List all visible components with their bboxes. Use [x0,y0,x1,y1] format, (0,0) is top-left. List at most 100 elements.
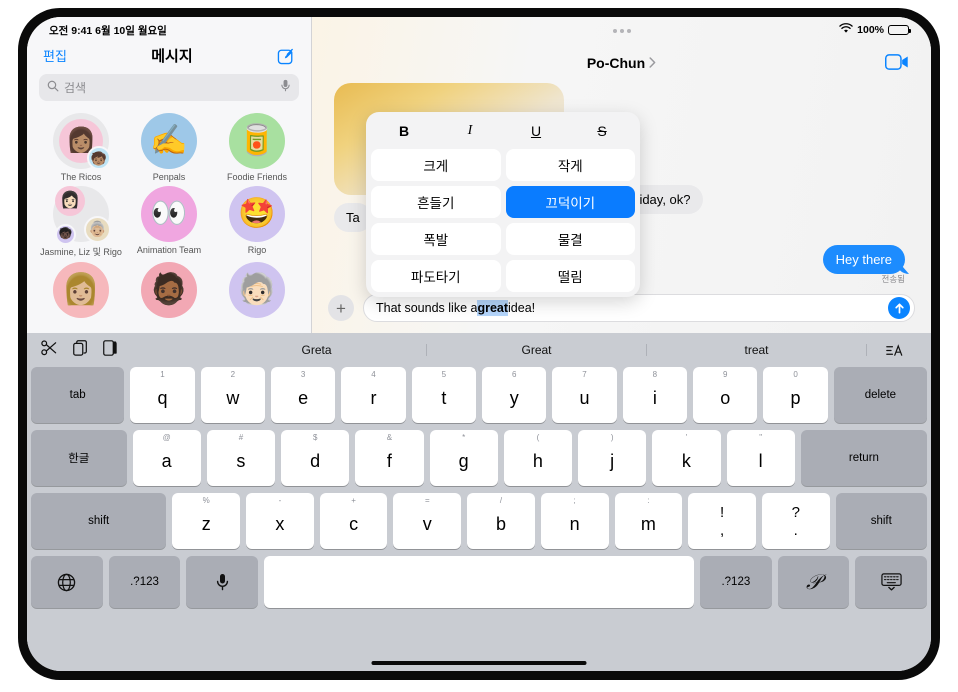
key-n[interactable]: ; n [540,493,609,549]
ipad-device-frame: 오전 9:41 6월 10일 월요일 100% 편집 메시지 검색 👩🏽 🧒🏽 … [18,8,940,680]
key-w[interactable]: 2w [200,367,265,423]
suggestion-item[interactable]: Great [427,344,647,356]
search-input[interactable]: 검색 [39,74,299,101]
key-s[interactable]: # s [206,430,276,486]
globe-icon[interactable] [31,556,103,608]
effect-button-nod[interactable]: 끄덕이기 [505,186,635,218]
effect-button-explode[interactable]: 폭발 [371,223,501,255]
key-shift-right[interactable]: shift [835,493,927,549]
avatar: 👩🏽 🧒🏽 [53,113,111,170]
effect-button-ripple[interactable]: 물결 [505,223,635,255]
message-text-input[interactable]: That sounds like a great idea! [363,294,915,322]
multitasking-controls[interactable] [612,29,631,33]
key-space[interactable] [264,556,695,608]
pinned-label: Rigo [247,245,267,255]
avatar: 🤩 [229,186,285,242]
pinned-conversation[interactable]: 🧔🏾 [125,262,213,318]
send-arrow-up-icon[interactable] [888,297,910,319]
effect-button-small[interactable]: 작게 [505,149,635,181]
compose-icon[interactable] [277,47,295,65]
key-numbers-right[interactable]: .?123 [700,556,772,608]
key-i[interactable]: 8i [622,367,688,423]
key-y[interactable]: 6y [482,367,547,423]
pinned-conversation[interactable]: 🤩 Rigo [213,186,301,258]
pinned-conversation[interactable]: 👀 Animation Team [125,186,213,258]
edit-button[interactable]: 편집 [43,46,67,65]
effect-button-jitter[interactable]: 파도타기 [371,260,501,292]
key-j[interactable]: ) j [578,430,647,486]
key-tab[interactable]: tab [31,367,125,423]
key-f[interactable]: & f [355,430,424,486]
key-delete[interactable]: delete [833,367,928,423]
key-t[interactable]: 5t [411,367,477,423]
conversation-title[interactable]: Po-Chun [587,55,656,71]
key-k[interactable]: ' k [652,430,721,486]
key-r[interactable]: 4r [341,367,406,423]
input-text-before: That sounds like a [376,301,478,315]
chevron-right-icon [649,55,656,71]
italic-button[interactable]: I [437,117,503,145]
pinned-conversation[interactable]: 🧓🏻 [213,262,301,318]
pinned-conversation[interactable]: 👩🏻 👵🏼 🧒🏿 Jasmine, Liz 및 Rigo [37,186,125,258]
home-indicator[interactable] [371,661,587,665]
contact-name: Po-Chun [586,55,646,71]
key-q[interactable]: 1q [130,367,195,423]
plus-icon[interactable]: + [328,295,354,321]
suggestion-item[interactable]: treat [647,344,867,356]
key-g[interactable]: * g [429,430,498,486]
pinned-conversation[interactable]: 👩🏽 🧒🏽 The Ricos [37,113,125,182]
key-return[interactable]: return [800,430,928,486]
key-x[interactable]: -x [246,493,314,549]
key-hangul[interactable]: 한글 [31,430,127,486]
key-v[interactable]: = v [393,493,462,549]
suggestion-item[interactable]: Greta [207,344,427,356]
strikethrough-button[interactable]: S [569,117,635,145]
messages-sidebar: 편집 메시지 검색 👩🏽 🧒🏽 The Ricos ✍️ Penpals 🥫 F… [27,17,312,333]
effect-button-bloom[interactable]: 떨림 [505,260,635,292]
key-u[interactable]: 7u [552,367,617,423]
copy-icon[interactable] [73,339,88,361]
pinned-label: Foodie Friends [226,172,288,182]
key-shift-left[interactable]: shift [31,493,167,549]
outgoing-bubble[interactable]: Hey there [822,245,905,274]
avatar: 👩🏼 [53,262,109,318]
avatar: 👩🏻 👵🏼 🧒🏿 [53,186,111,245]
avatar: 🧓🏻 [229,262,285,318]
pinned-conversation[interactable]: 🥫 Foodie Friends [213,113,301,182]
selected-text[interactable]: great [477,300,509,316]
key-z[interactable]: % z [172,493,241,549]
scissors-cut-icon[interactable] [41,339,58,361]
microphone-icon[interactable] [186,556,259,608]
underline-button[interactable]: U [503,117,569,145]
pinned-conversation[interactable]: 👩🏼 [37,262,125,318]
pinned-conversations-grid: 👩🏽 🧒🏽 The Ricos ✍️ Penpals 🥫 Foodie Frie… [27,109,311,318]
key-h[interactable]: (h [503,430,573,486]
key-a[interactable]: @ a [132,430,201,486]
key-p[interactable]: 0p [763,367,828,423]
key-b[interactable]: / b [467,493,535,549]
key-c[interactable]: + c [319,493,388,549]
search-placeholder: 검색 [64,81,87,95]
handwriting-icon[interactable]: 𝒫 [777,556,850,608]
key-question-period[interactable]: ?. [761,493,830,549]
key-m[interactable]: :m [614,493,683,549]
key-numbers-left[interactable]: .?123 [108,556,181,608]
dismiss-keyboard-icon[interactable] [855,556,928,608]
key-d[interactable]: $ d [281,430,350,486]
avatar: 👀 [141,186,197,242]
microphone-icon[interactable] [280,79,291,97]
text-format-icon[interactable] [867,343,921,358]
pinned-conversation[interactable]: ✍️ Penpals [125,113,213,182]
key-e[interactable]: 3e [270,367,336,423]
onscreen-keyboard: Greta Great treat tab 1q 2w 3e 4r 5t 6y … [27,333,931,671]
pinned-label: The Ricos [60,172,102,182]
key-l[interactable]: " l [726,430,795,486]
paste-icon[interactable] [103,339,117,361]
bold-button[interactable]: B [371,117,437,145]
effect-button-shake[interactable]: 흔들기 [371,186,501,218]
facetime-video-icon[interactable] [885,54,909,75]
key-o[interactable]: 9o [693,367,758,423]
effect-button-big[interactable]: 크게 [371,149,501,181]
suggestion-bar: Greta Great treat [27,333,931,367]
key-exclamation-comma[interactable]: !, [688,493,756,549]
